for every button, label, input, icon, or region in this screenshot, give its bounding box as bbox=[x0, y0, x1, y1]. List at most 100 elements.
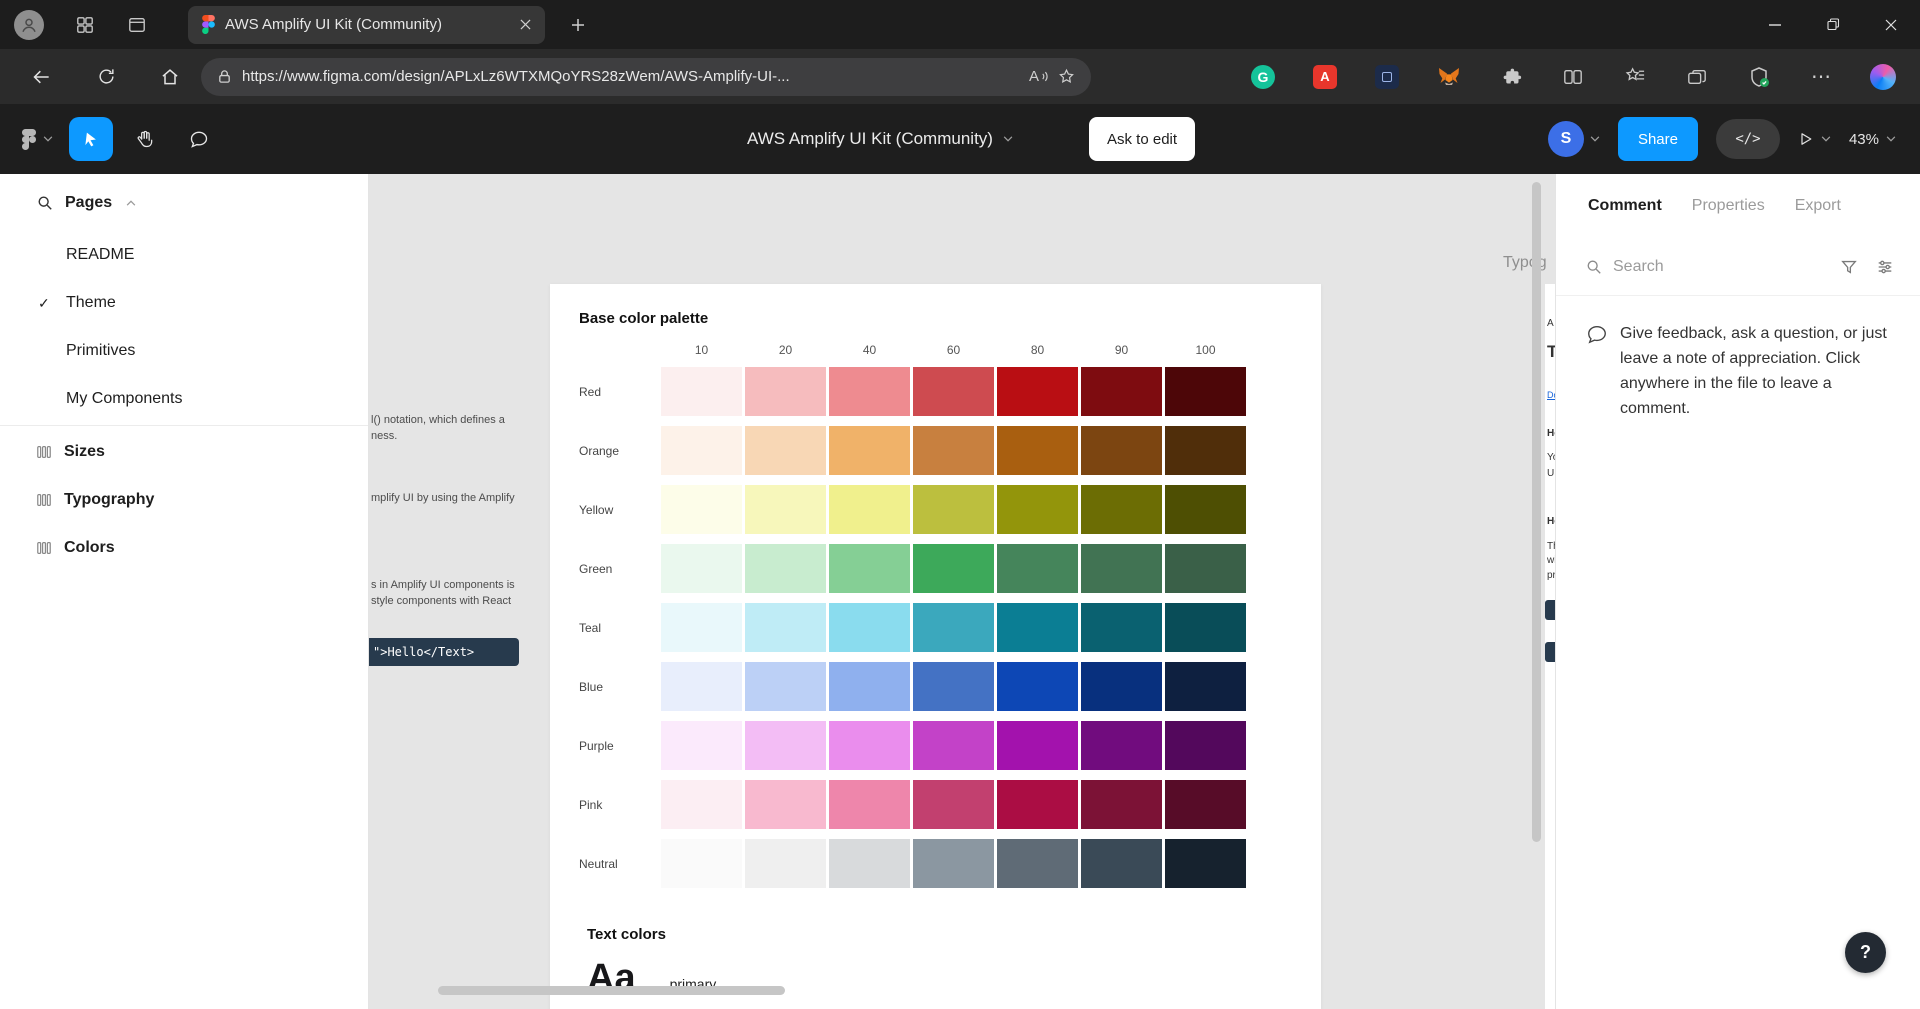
color-swatch[interactable] bbox=[829, 367, 910, 416]
back-button[interactable] bbox=[23, 58, 61, 96]
color-swatch[interactable] bbox=[661, 662, 742, 711]
workspaces-icon[interactable] bbox=[74, 14, 96, 36]
user-avatar[interactable]: S bbox=[1547, 121, 1584, 157]
browser-profile-avatar[interactable] bbox=[14, 9, 44, 40]
color-swatch[interactable] bbox=[661, 603, 742, 652]
chevron-down-icon[interactable] bbox=[1590, 136, 1600, 142]
share-button[interactable]: Share bbox=[1617, 117, 1698, 161]
color-swatch[interactable] bbox=[1165, 662, 1246, 711]
color-swatch[interactable] bbox=[1165, 839, 1246, 888]
search-input[interactable] bbox=[1613, 257, 1829, 276]
color-swatch[interactable] bbox=[997, 839, 1078, 888]
color-swatch[interactable] bbox=[661, 367, 742, 416]
color-swatch[interactable] bbox=[745, 839, 826, 888]
canvas[interactable]: l() notation, which defines a ness. mpli… bbox=[369, 174, 1555, 1009]
account-menu[interactable]: S bbox=[1547, 121, 1600, 157]
color-swatch[interactable] bbox=[1081, 780, 1162, 829]
color-swatch[interactable] bbox=[997, 426, 1078, 475]
settings-menu-icon[interactable]: ⋯ bbox=[1808, 64, 1834, 90]
color-swatch[interactable] bbox=[1081, 544, 1162, 593]
color-swatch[interactable] bbox=[829, 603, 910, 652]
color-swatch[interactable] bbox=[913, 721, 994, 770]
theme-colors-frame[interactable]: Base color palette 10 20 40 60 80 90 100 Red Ora… bbox=[550, 284, 1321, 1009]
chevron-down-icon[interactable] bbox=[1003, 136, 1013, 142]
color-swatch[interactable] bbox=[997, 721, 1078, 770]
comment-tool-button[interactable] bbox=[177, 117, 221, 161]
color-swatch[interactable] bbox=[829, 544, 910, 593]
layer-item-sizes[interactable]: Sizes bbox=[0, 428, 368, 476]
color-swatch[interactable] bbox=[997, 367, 1078, 416]
acrobat-extension-icon[interactable]: A bbox=[1312, 64, 1338, 90]
dev-mode-toggle[interactable]: </> bbox=[1715, 119, 1780, 159]
page-item-theme[interactable]: ✓ Theme bbox=[0, 279, 368, 327]
color-swatch[interactable] bbox=[829, 721, 910, 770]
color-swatch[interactable] bbox=[913, 426, 994, 475]
browser-tab[interactable]: AWS Amplify UI Kit (Community) bbox=[188, 5, 545, 44]
color-swatch[interactable] bbox=[745, 721, 826, 770]
color-swatch[interactable] bbox=[1165, 426, 1246, 475]
window-close-button[interactable] bbox=[1862, 0, 1920, 49]
chevron-up-icon[interactable] bbox=[126, 199, 136, 206]
tab-comment[interactable]: Comment bbox=[1588, 197, 1662, 215]
color-swatch[interactable] bbox=[829, 485, 910, 534]
color-swatch[interactable] bbox=[1165, 367, 1246, 416]
color-swatch[interactable] bbox=[661, 544, 742, 593]
color-swatch[interactable] bbox=[913, 367, 994, 416]
color-swatch[interactable] bbox=[1081, 485, 1162, 534]
color-swatch[interactable] bbox=[745, 662, 826, 711]
window-maximize-button[interactable] bbox=[1804, 0, 1862, 49]
extensions-puzzle-icon[interactable] bbox=[1498, 64, 1524, 90]
sort-settings-icon[interactable] bbox=[1876, 258, 1894, 276]
metamask-extension-icon[interactable] bbox=[1436, 64, 1462, 90]
filter-icon[interactable] bbox=[1840, 258, 1858, 276]
color-swatch[interactable] bbox=[913, 662, 994, 711]
page-item-my-components[interactable]: My Components bbox=[0, 375, 368, 423]
split-screen-icon[interactable] bbox=[1560, 64, 1586, 90]
file-title[interactable]: AWS Amplify UI Kit (Community) bbox=[747, 129, 1013, 149]
color-swatch[interactable] bbox=[661, 426, 742, 475]
color-swatch[interactable] bbox=[829, 780, 910, 829]
figma-main-menu[interactable] bbox=[16, 117, 59, 161]
color-swatch[interactable] bbox=[1081, 839, 1162, 888]
color-swatch[interactable] bbox=[829, 839, 910, 888]
hand-tool-button[interactable] bbox=[123, 117, 167, 161]
color-swatch[interactable] bbox=[913, 485, 994, 534]
favorites-icon[interactable] bbox=[1622, 64, 1648, 90]
color-swatch[interactable] bbox=[997, 662, 1078, 711]
color-swatch[interactable] bbox=[745, 426, 826, 475]
canvas-horizontal-scrollbar[interactable] bbox=[438, 986, 785, 995]
color-swatch[interactable] bbox=[745, 544, 826, 593]
search-icon[interactable] bbox=[37, 195, 53, 211]
color-swatch[interactable] bbox=[1165, 544, 1246, 593]
color-swatch[interactable] bbox=[1165, 721, 1246, 770]
color-swatch[interactable] bbox=[1081, 721, 1162, 770]
help-button[interactable]: ? bbox=[1845, 932, 1886, 973]
address-bar[interactable]: https://www.figma.com/design/APLxLz6WTXM… bbox=[201, 57, 1091, 96]
color-swatch[interactable] bbox=[1165, 780, 1246, 829]
new-tab-button[interactable] bbox=[563, 10, 593, 40]
color-swatch[interactable] bbox=[829, 426, 910, 475]
color-swatch[interactable] bbox=[913, 839, 994, 888]
tab-properties[interactable]: Properties bbox=[1692, 197, 1765, 215]
color-swatch[interactable] bbox=[913, 544, 994, 593]
browser-essentials-icon[interactable] bbox=[1746, 64, 1772, 90]
layer-item-colors[interactable]: Colors bbox=[0, 524, 368, 572]
read-aloud-icon[interactable]: A bbox=[1029, 68, 1048, 85]
present-button[interactable] bbox=[1798, 131, 1831, 147]
color-swatch[interactable] bbox=[1081, 662, 1162, 711]
move-tool-button[interactable] bbox=[69, 117, 113, 161]
color-swatch[interactable] bbox=[1081, 367, 1162, 416]
chevron-down-icon[interactable] bbox=[1886, 136, 1896, 142]
password-extension-icon[interactable] bbox=[1374, 64, 1400, 90]
ask-to-edit-button[interactable]: Ask to edit bbox=[1089, 117, 1196, 161]
color-swatch[interactable] bbox=[913, 603, 994, 652]
bookmark-star-icon[interactable] bbox=[1058, 68, 1075, 85]
color-swatch[interactable] bbox=[745, 367, 826, 416]
color-swatch[interactable] bbox=[661, 780, 742, 829]
tab-close-icon[interactable] bbox=[513, 13, 537, 37]
page-item-readme[interactable]: README bbox=[0, 231, 368, 279]
color-swatch[interactable] bbox=[997, 485, 1078, 534]
color-swatch[interactable] bbox=[661, 839, 742, 888]
color-swatch[interactable] bbox=[913, 780, 994, 829]
home-button[interactable] bbox=[151, 58, 189, 96]
